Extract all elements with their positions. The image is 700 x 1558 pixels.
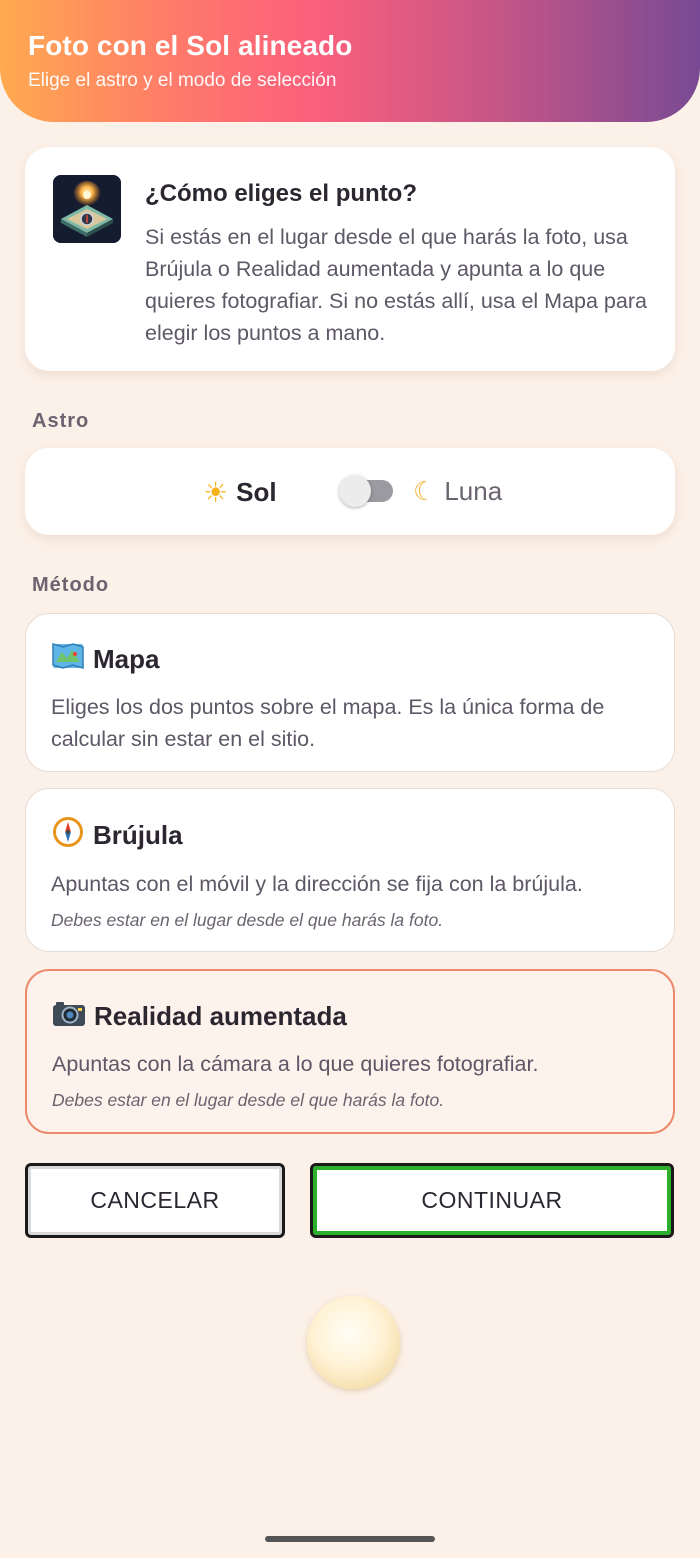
info-body: Si estás en el lugar desde el que harás … bbox=[145, 225, 647, 345]
method-option-realidad-aumentada[interactable]: Realidad aumentada Apuntas con la cámara… bbox=[25, 969, 675, 1134]
app-header: Foto con el Sol alineado Elige el astro … bbox=[0, 0, 700, 122]
moon-label: Luna bbox=[444, 476, 503, 506]
toggle-knob bbox=[339, 475, 371, 507]
astro-toggle[interactable] bbox=[339, 475, 393, 507]
sun-icon: ☀ bbox=[203, 476, 229, 509]
camera-icon bbox=[52, 999, 86, 1034]
info-card: ¿Cómo eliges el punto? Si estás en el lu… bbox=[25, 147, 675, 371]
method-title: Brújula bbox=[93, 820, 183, 850]
sun-map-illustration-icon bbox=[53, 175, 121, 243]
moon-option[interactable]: ☾ Luna bbox=[413, 476, 502, 507]
astro-selector: ☀ Sol ☾ Luna bbox=[25, 448, 675, 535]
crescent-moon-icon: ☾ bbox=[413, 476, 437, 507]
astro-section-label: Astro bbox=[32, 410, 90, 432]
map-icon bbox=[51, 642, 85, 677]
info-title: ¿Cómo eliges el punto? bbox=[145, 180, 418, 207]
page-title: Foto con el Sol alineado bbox=[28, 30, 353, 61]
method-note: Debes estar en el lugar desde el que har… bbox=[52, 1090, 445, 1110]
method-title: Mapa bbox=[93, 644, 160, 674]
method-description: Apuntas con el móvil y la dirección se f… bbox=[51, 872, 583, 896]
compass-icon bbox=[51, 817, 85, 854]
method-description: Apuntas con la cámara a lo que quieres f… bbox=[52, 1052, 539, 1076]
page-subtitle: Elige el astro y el modo de selección bbox=[28, 70, 337, 91]
sun-label: Sol bbox=[236, 477, 277, 507]
method-description: Eliges los dos puntos sobre el mapa. Es … bbox=[51, 695, 605, 751]
method-option-mapa[interactable]: Mapa Eliges los dos puntos sobre el mapa… bbox=[25, 613, 675, 772]
continue-button[interactable]: CONTINUAR bbox=[310, 1163, 674, 1238]
cancel-button[interactable]: CANCELAR bbox=[25, 1163, 285, 1238]
method-option-brujula[interactable]: Brújula Apuntas con el móvil y la direcc… bbox=[25, 788, 675, 952]
method-title: Realidad aumentada bbox=[94, 1001, 347, 1031]
method-note: Debes estar en el lugar desde el que har… bbox=[51, 910, 444, 930]
floating-sun-orb[interactable] bbox=[307, 1296, 400, 1389]
method-section-label: Método bbox=[32, 574, 110, 596]
home-indicator[interactable] bbox=[265, 1536, 435, 1542]
sun-option[interactable]: ☀ Sol bbox=[203, 476, 277, 509]
